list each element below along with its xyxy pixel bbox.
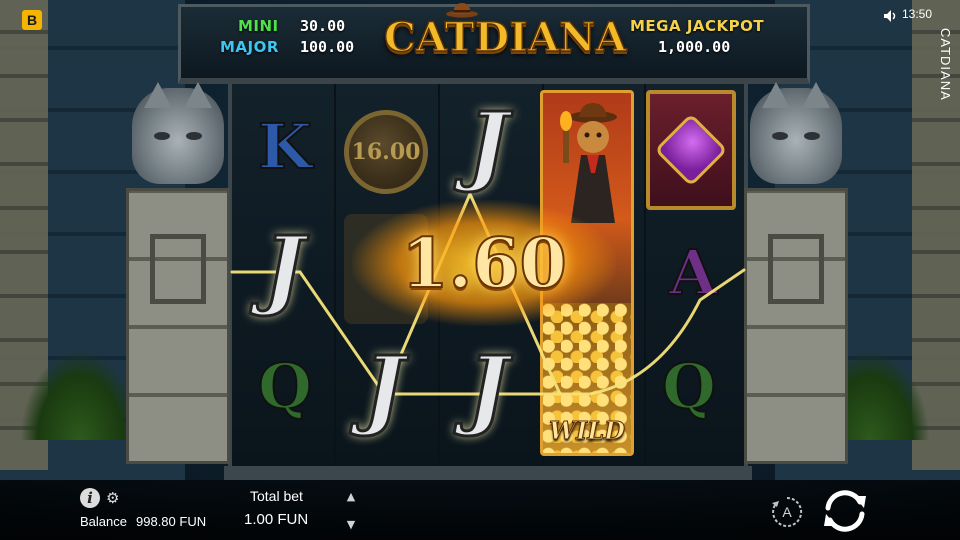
- coin-symbol: 16.00: [344, 110, 428, 194]
- pillar-body: [744, 188, 848, 464]
- game-name-vertical: CATDIANA: [938, 28, 953, 101]
- total-bet-value: 1.00 FUN: [244, 511, 309, 528]
- total-bet-label: Total bet: [250, 488, 303, 504]
- cat-statue-icon: [750, 82, 842, 184]
- clock: 13:50: [902, 7, 933, 21]
- symbol-j: J: [262, 216, 306, 320]
- cat-statue-icon: [132, 82, 224, 184]
- balance-label: Balance: [80, 514, 127, 529]
- autoplay-letter: A: [782, 504, 792, 520]
- symbol-k: K: [257, 109, 313, 184]
- win-amount: 1.60: [400, 223, 568, 305]
- major-jackpot-value: 100.00: [300, 38, 355, 56]
- info-icon[interactable]: i: [80, 488, 100, 508]
- autoplay-button[interactable]: A: [770, 495, 804, 529]
- mini-jackpot-value: 30.00: [300, 17, 346, 35]
- mini-jackpot-label: MINI: [238, 17, 279, 35]
- pillar-glyph: [768, 234, 824, 304]
- mega-jackpot-label: MEGA JACKPOT: [630, 17, 765, 35]
- symbol-j: J: [466, 92, 510, 196]
- reel-frame-bottom: [224, 466, 752, 480]
- pillar-body: [126, 188, 230, 464]
- pillar-glyph: [150, 234, 206, 304]
- wild-label: WILD: [549, 416, 626, 446]
- major-jackpot-label: MAJOR: [220, 38, 279, 56]
- triangle-up-icon[interactable]: ▲: [344, 490, 358, 503]
- symbol-j: J: [362, 336, 406, 440]
- spin-button[interactable]: [818, 486, 872, 536]
- game-stage: MINI 30.00 MAJOR 100.00 MEGA JACKPOT 1,0…: [0, 0, 960, 540]
- balance-value: 998.80 FUN: [136, 514, 207, 529]
- gem-icon: [654, 113, 728, 187]
- heart-gem-icon: [646, 90, 736, 210]
- plant-left: [20, 350, 140, 440]
- brand-icon: B: [22, 10, 42, 30]
- symbol-j: J: [466, 336, 510, 440]
- symbol-a: A: [668, 235, 718, 310]
- coin-value: 16.00: [351, 139, 421, 165]
- reel-divider: [334, 84, 336, 470]
- mega-jackpot-value: 1,000.00: [658, 38, 731, 56]
- symbol-q: Q: [661, 349, 717, 424]
- triangle-down-icon[interactable]: ▼: [344, 518, 358, 531]
- speaker-icon[interactable]: [882, 8, 898, 24]
- cat-statue-pillar-left: [126, 82, 230, 464]
- game-logo: CATDIANA: [383, 13, 627, 62]
- symbol-q: Q: [257, 349, 313, 424]
- cat-statue-pillar-right: [744, 82, 848, 464]
- bottom-bar: [0, 480, 960, 540]
- gear-icon[interactable]: ⚙: [106, 490, 122, 506]
